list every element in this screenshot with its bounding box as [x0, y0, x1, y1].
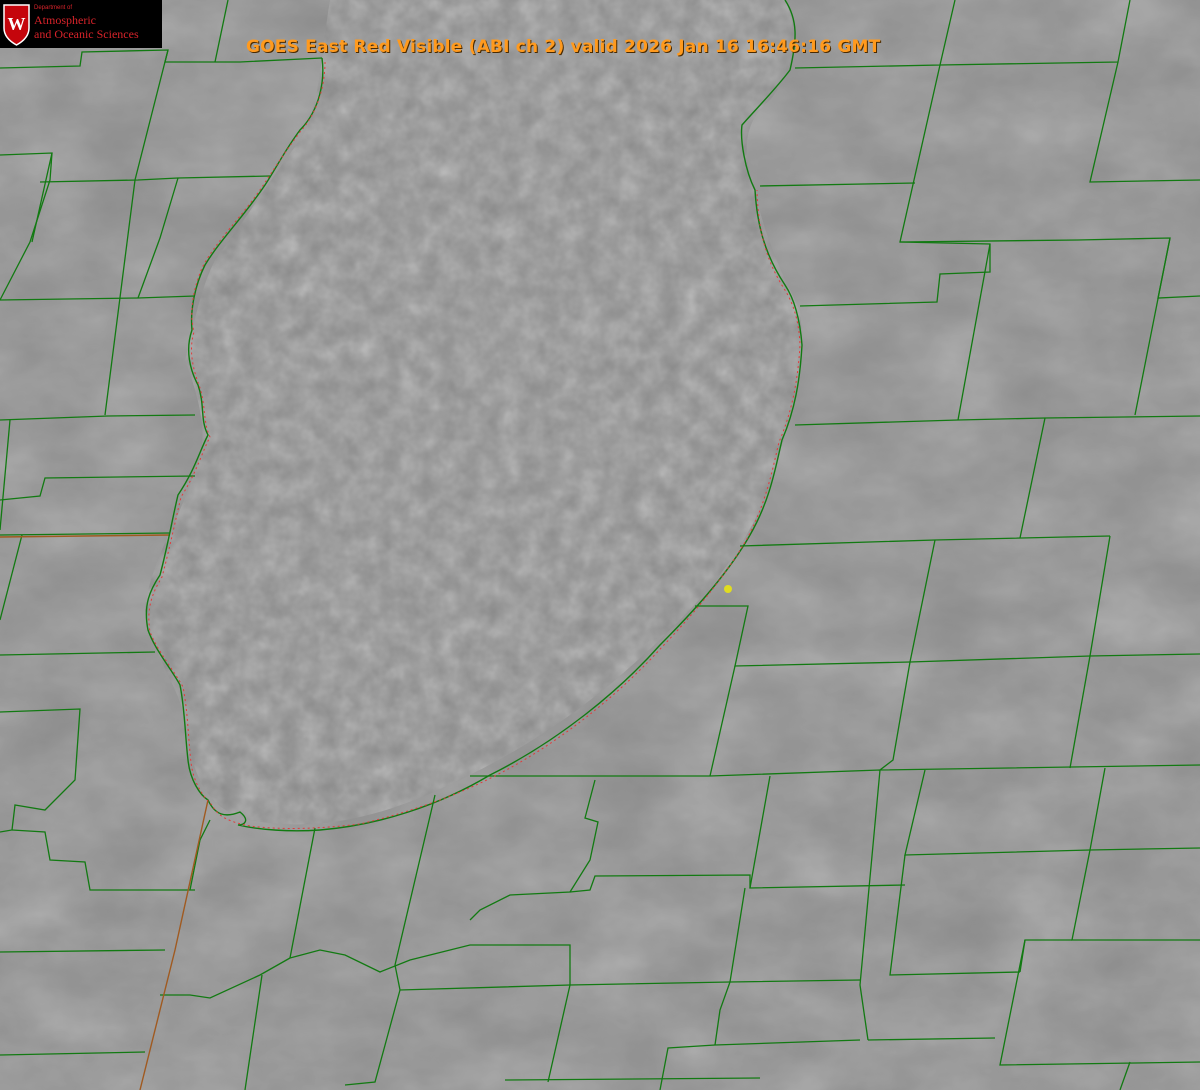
logo-department: Department of — [34, 5, 73, 11]
logo-line-1: Atmospheric — [34, 13, 96, 27]
satellite-map — [0, 0, 1200, 1090]
uw-shield-icon: W — [3, 4, 30, 46]
image-title: GOES East Red Visible (ABI ch 2) valid 2… — [246, 37, 881, 57]
station-marker — [724, 585, 732, 593]
logo-line-2: and Oceanic Sciences — [34, 27, 139, 41]
uw-aos-logo: W Department of Atmospheric and Oceanic … — [0, 0, 162, 48]
shield-letter: W — [8, 14, 26, 34]
